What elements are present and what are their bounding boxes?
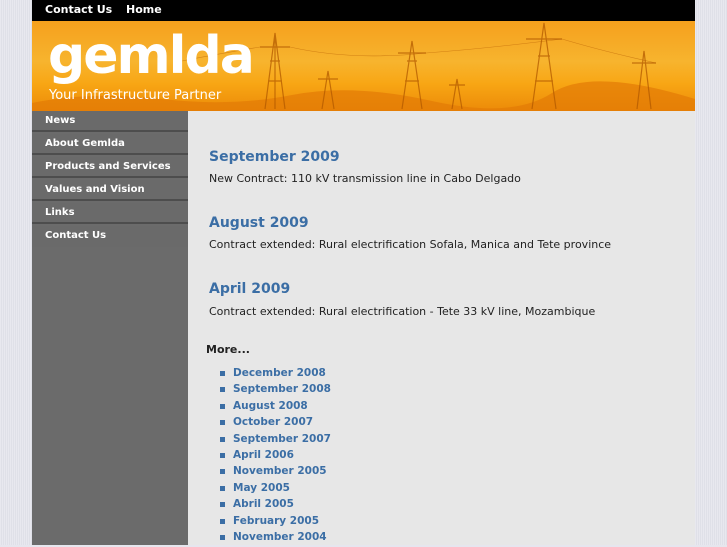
archive-item[interactable]: Abril 2005 xyxy=(220,498,331,514)
archive-link[interactable]: May 2005 xyxy=(233,482,290,494)
archive-link[interactable]: November 2004 xyxy=(233,531,327,543)
archive-link[interactable]: February 2005 xyxy=(233,515,319,527)
sidebar-item-label: About Gemlda xyxy=(45,138,125,149)
right-background-stripe xyxy=(695,0,727,545)
archive-link[interactable]: August 2008 xyxy=(233,400,308,412)
news-title-link[interactable]: August 2009 xyxy=(209,215,309,231)
sidebar-item-label: Links xyxy=(45,207,75,218)
news-text: New Contract: 110 kV transmission line i… xyxy=(209,172,521,185)
archive-item[interactable]: May 2005 xyxy=(220,482,331,498)
top-nav-contact-link[interactable]: Contact Us xyxy=(45,3,112,16)
news-title-link[interactable]: April 2009 xyxy=(209,281,290,297)
site-tagline: Your Infrastructure Partner xyxy=(49,88,222,103)
archive-item[interactable]: December 2008 xyxy=(220,367,331,383)
left-background-stripe xyxy=(0,0,32,545)
bullet-icon xyxy=(220,502,225,508)
archive-link[interactable]: December 2008 xyxy=(233,367,326,379)
archive-link[interactable]: October 2007 xyxy=(233,416,313,428)
news-text: Contract extended: Rural electrification… xyxy=(209,238,612,251)
archive-item[interactable]: September 2007 xyxy=(220,433,331,449)
bullet-icon xyxy=(220,534,225,540)
bullet-icon xyxy=(220,452,225,458)
site-logo[interactable]: gemlda xyxy=(48,30,255,82)
news-title-link[interactable]: September 2009 xyxy=(209,149,340,165)
archive-item[interactable]: September 2008 xyxy=(220,383,331,399)
archive-item[interactable]: August 2008 xyxy=(220,400,331,416)
archive-item[interactable]: October 2007 xyxy=(220,416,331,432)
bullet-icon xyxy=(220,485,225,491)
bullet-icon xyxy=(220,436,225,442)
bullet-icon xyxy=(220,403,225,409)
more-heading: More... xyxy=(206,343,250,356)
archive-link[interactable]: Abril 2005 xyxy=(233,498,294,510)
sidebar-item-products[interactable]: Products and Services xyxy=(32,157,188,178)
archive-list: December 2008 September 2008 August 2008… xyxy=(220,367,331,547)
sidebar: News About Gemlda Products and Services … xyxy=(32,111,188,545)
sidebar-item-contact[interactable]: Contact Us xyxy=(32,226,188,247)
news-text: Contract extended: Rural electrification… xyxy=(209,305,596,318)
sidebar-item-label: Contact Us xyxy=(45,230,107,241)
bullet-icon xyxy=(220,469,225,475)
bullet-icon xyxy=(220,387,225,393)
bullet-icon xyxy=(220,371,225,376)
archive-link[interactable]: November 2005 xyxy=(233,465,327,477)
bullet-icon xyxy=(220,518,225,524)
archive-item[interactable]: February 2005 xyxy=(220,515,331,531)
main-content: September 2009 New Contract: 110 kV tran… xyxy=(188,111,695,545)
archive-item[interactable]: November 2005 xyxy=(220,465,331,481)
sidebar-item-label: Products and Services xyxy=(45,161,171,172)
bullet-icon xyxy=(220,420,225,426)
archive-item[interactable]: April 2006 xyxy=(220,449,331,465)
top-nav-home-link[interactable]: Home xyxy=(126,3,162,16)
top-nav-bar: Contact Us Home xyxy=(32,0,695,21)
sidebar-item-about[interactable]: About Gemlda xyxy=(32,134,188,155)
page-container: Contact Us Home gemlda Your Infrastructu… xyxy=(32,0,695,545)
archive-link[interactable]: September 2007 xyxy=(233,433,331,445)
sidebar-item-values[interactable]: Values and Vision xyxy=(32,180,188,201)
sidebar-item-label: Values and Vision xyxy=(45,184,145,195)
archive-link[interactable]: September 2008 xyxy=(233,383,331,395)
archive-link[interactable]: April 2006 xyxy=(233,449,294,461)
header-banner: gemlda Your Infrastructure Partner xyxy=(32,21,695,111)
sidebar-item-links[interactable]: Links xyxy=(32,203,188,224)
sidebar-item-news[interactable]: News xyxy=(32,111,188,132)
sidebar-item-label: News xyxy=(45,115,76,126)
